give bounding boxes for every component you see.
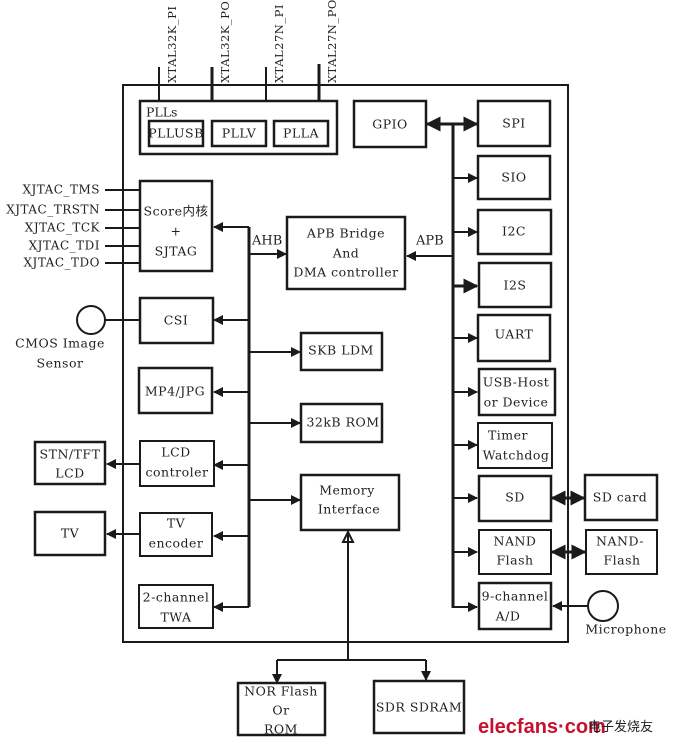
- nor-flash-line1: NOR Flash: [244, 684, 318, 699]
- nand-flash-chip-line2: Flash: [603, 553, 640, 568]
- core-block: Score内核 + SJTAG: [138, 179, 214, 273]
- jtag-pin-tck: XJTAC_TCK: [25, 221, 101, 235]
- external-right-devices: SD card NAND- Flash Microphone: [550, 473, 666, 637]
- jtag-pin-tms: XJTAC_TMS: [22, 183, 100, 197]
- usb-label-line1: USB-Host: [483, 375, 550, 390]
- nand-label-line1: NAND: [494, 534, 537, 549]
- spi-label: SPI: [502, 116, 525, 131]
- ahb-right-blocks: SKB LDM 32kB ROM Memory Interface: [299, 331, 401, 532]
- external-memories: NOR Flash Or ROM SDR SDRAM: [236, 679, 466, 737]
- pll-group: PLLs PLLUSB PLLV PLLA: [138, 99, 339, 156]
- pll-usb-label: PLLUSB: [148, 126, 204, 141]
- pll-v-label: PLLV: [222, 126, 257, 141]
- pin-label-xtal27n-po: XTAL27N_PO: [325, 0, 339, 83]
- gpio-label: GPIO: [372, 117, 408, 132]
- apb-bus: APB: [406, 116, 479, 612]
- apb-bridge-line2: And: [332, 246, 360, 261]
- sd-label: SD: [505, 490, 525, 505]
- tv-encoder-line1: TV: [167, 516, 186, 531]
- microphone-label: Microphone: [585, 622, 666, 637]
- ahb-left-blocks: CSI MP4/JPG LCD controler TV encoder 2-c…: [137, 296, 215, 629]
- ahb-label: AHB: [251, 234, 282, 249]
- cmos-sensor-line1: CMOS Image: [15, 336, 105, 351]
- apb-peripherals: SPI SIO I2C I2S UART USB-Host or Device …: [476, 99, 557, 631]
- sd-card-label: SD card: [593, 490, 648, 505]
- jtag-pin-tdi: XJTAC_TDI: [29, 239, 100, 253]
- apb-label: APB: [415, 234, 444, 249]
- sio-label: SIO: [501, 170, 526, 185]
- nand-label-line2: Flash: [496, 553, 533, 568]
- rom-label: 32kB ROM: [306, 415, 379, 430]
- external-left-devices: CMOS Image Sensor STN/TFT LCD TV: [15, 305, 140, 557]
- soc-block-diagram: XTAL32K_PI XTAL32K_PO XTAL27N_PI XTAL27N…: [6, 0, 666, 738]
- timer-label-line2: Watchdog: [483, 448, 550, 463]
- pll-group-title: PLLs: [146, 105, 177, 120]
- apb-bridge-line3: DMA controller: [293, 265, 398, 280]
- pin-label-xtal32k-pi: XTAL32K_PI: [165, 6, 179, 83]
- i2c-label: I2C: [502, 224, 526, 239]
- pll-a-label: PLLA: [283, 126, 320, 141]
- lcd-controller-line2: controler: [146, 465, 209, 480]
- nor-flash-line3: ROM: [264, 722, 298, 737]
- tv-encoder-line2: encoder: [149, 536, 204, 551]
- uart-label: UART: [495, 327, 534, 342]
- cmos-sensor-line2: Sensor: [37, 356, 84, 371]
- apb-bridge-block: APB Bridge And DMA controller: [285, 215, 407, 291]
- watermark-brand: elecfans·com: [478, 716, 606, 738]
- watermark-cn: 电子发烧友: [588, 719, 653, 735]
- i2s-label: I2S: [504, 278, 527, 293]
- jtag-pin-tdo: XJTAC_TDO: [23, 256, 100, 270]
- core-label-line2: +: [171, 224, 182, 239]
- lcd-panel-line1: STN/TFT: [40, 447, 101, 462]
- jtag-pin-trstn: XJTAC_TRSTN: [6, 203, 100, 217]
- pin-label-xtal27n-pi: XTAL27N_PI: [272, 4, 286, 83]
- core-label-line1: Score内核: [144, 204, 209, 219]
- tv-label: TV: [61, 526, 80, 541]
- adc-label-line2: A/D: [495, 609, 521, 624]
- sdram-label: SDR SDRAM: [376, 700, 462, 715]
- timer-label-line1: Timer: [488, 428, 528, 443]
- memory-bus: [272, 529, 431, 684]
- memory-interface-line2: Interface: [318, 502, 380, 517]
- usb-label-line2: or Device: [484, 395, 549, 410]
- microphone-icon: [587, 590, 619, 622]
- csi-label: CSI: [164, 313, 189, 328]
- lcd-panel-line2: LCD: [55, 466, 84, 481]
- watermark: elecfans·com 电子发烧友: [478, 716, 653, 738]
- mp4-label: MP4/JPG: [145, 384, 205, 399]
- lcd-controller-line1: LCD: [161, 445, 190, 460]
- pin-label-xtal32k-po: XTAL32K_PO: [218, 1, 232, 83]
- memory-interface-line1: Memory: [319, 483, 375, 498]
- adc-label-line1: 9-channel: [482, 589, 549, 604]
- twa-line1: 2-channel: [143, 590, 210, 605]
- jtag-pins: XJTAC_TMS XJTAC_TRSTN XJTAC_TCK XJTAC_TD…: [6, 183, 140, 270]
- core-label-line3: SJTAG: [155, 244, 198, 259]
- nor-flash-line2: Or: [272, 703, 289, 718]
- apb-bridge-line1: APB Bridge: [306, 226, 385, 241]
- nand-flash-chip-line1: NAND-: [596, 534, 644, 549]
- cmos-sensor-icon: [76, 305, 106, 335]
- twa-line2: TWA: [160, 610, 192, 625]
- sram-label: SKB LDM: [308, 343, 374, 358]
